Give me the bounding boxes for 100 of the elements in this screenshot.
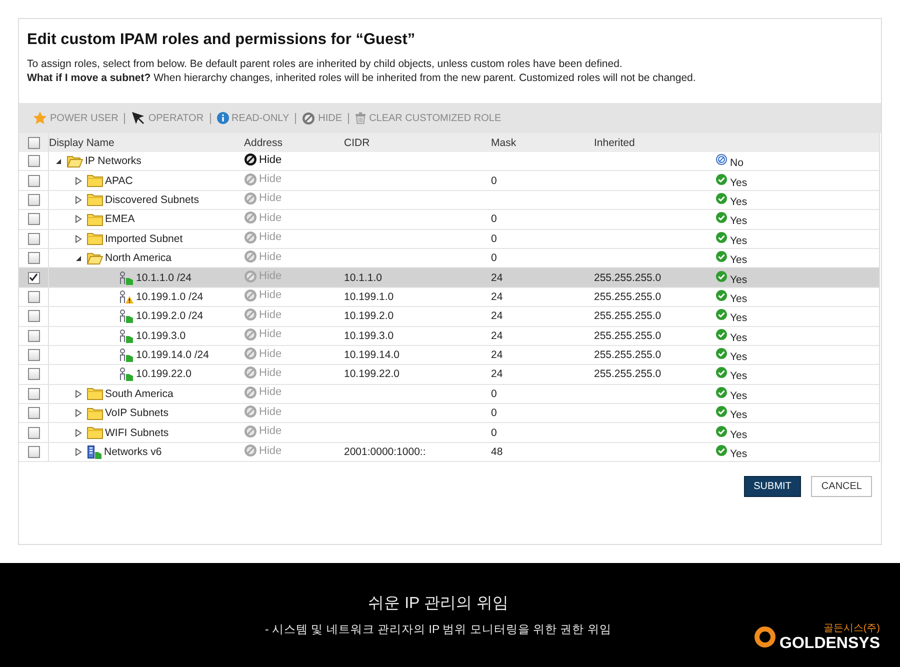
netmask-cell: 255.255.255.0 xyxy=(594,272,662,284)
table-row[interactable]: APAC Hide 0 Yes xyxy=(19,171,879,191)
hide-role: Hide xyxy=(244,328,282,341)
row-checkbox[interactable] xyxy=(28,213,40,226)
cidr-cell: 10.199.14.0 xyxy=(344,349,400,362)
inherited-status: Yes xyxy=(730,234,748,247)
trash-icon xyxy=(355,112,366,124)
table-row[interactable]: Imported Subnet Hide 0 Yes xyxy=(19,230,879,249)
network-name: 10.199.3.0 xyxy=(136,330,186,342)
mask-cell: 48 xyxy=(491,446,503,458)
table-row[interactable]: WIFI Subnets Hide 0 Yes xyxy=(19,423,879,443)
row-checkbox[interactable] xyxy=(28,330,40,342)
inherited-status: Yes xyxy=(730,311,748,324)
hide-role: Hide xyxy=(244,386,282,399)
table-row[interactable]: 10.199.14.0 /24 Hide 10.199.14.0 24 255.255.255.0 Yes xyxy=(19,346,879,366)
table-row[interactable]: Discovered Subnets Hide Yes xyxy=(19,190,879,210)
intro-text: To assign roles, select from below. Be default parent roles are inherited by child objects, unless custom roles have been defined. xyxy=(27,57,624,71)
table-row[interactable]: IP Networks Hide No xyxy=(19,152,879,172)
mask-cell: 0 xyxy=(491,407,497,420)
table-row[interactable]: South America Hide 0 Yes xyxy=(19,384,879,404)
network-name: 10.199.1.0 /24 xyxy=(136,290,204,303)
hide-icon xyxy=(244,405,257,418)
row-checkbox[interactable] xyxy=(28,426,40,439)
mask-cell: 24 xyxy=(491,272,503,284)
hide-role: Hide xyxy=(244,250,282,264)
hide-role: Hide xyxy=(244,211,282,224)
table-row[interactable]: 10.199.1.0 /24 Hide 10.199.1.0 24 255.255.255.0 Yes xyxy=(19,288,879,308)
inherited-status: Yes xyxy=(730,428,748,441)
logo-korean: 골든시스(주) xyxy=(823,622,880,635)
open-folder-icon xyxy=(87,252,103,265)
note-text: What if I move a subnet? When hierarchy changes, inherited roles will be inherited from the new parent. Customized roles will not be changed. xyxy=(27,71,697,85)
netmask-cell: 255.255.255.0 xyxy=(594,330,662,342)
column-header: CIDR xyxy=(344,136,370,148)
inherited-status: Yes xyxy=(730,176,748,189)
expand-toggle[interactable] xyxy=(75,176,82,185)
inherited-status: Yes xyxy=(730,194,748,208)
row-checkbox[interactable] xyxy=(28,349,40,362)
table-row[interactable]: Networks v6 Hide 2001:0000:1000:: 48 Yes xyxy=(19,442,879,462)
table-row[interactable]: 10.199.2.0 /24 Hide 10.199.2.0 24 255.255.255.0 Yes xyxy=(19,307,879,327)
collapse-toggle[interactable] xyxy=(75,254,82,262)
expand-toggle[interactable] xyxy=(75,428,82,437)
hide-icon xyxy=(244,444,257,458)
hide-icon xyxy=(244,347,257,360)
expand-toggle[interactable] xyxy=(75,409,82,418)
row-checkbox[interactable] xyxy=(28,388,40,400)
expand-toggle[interactable] xyxy=(75,234,82,243)
row-checkbox[interactable] xyxy=(28,194,40,206)
hide-icon xyxy=(244,172,257,186)
star-icon xyxy=(33,111,47,125)
subnet-icon xyxy=(119,367,134,382)
hide-icon xyxy=(244,211,257,224)
inherited-status: Yes xyxy=(730,272,748,286)
row-checkbox[interactable] xyxy=(28,446,40,458)
table-row[interactable]: EMEA Hide 0 Yes xyxy=(19,210,879,230)
hide-role: Hide xyxy=(244,347,282,360)
select-all-checkbox[interactable] xyxy=(28,136,40,148)
submit-button[interactable]: SUBMIT xyxy=(744,476,802,497)
row-checkbox[interactable] xyxy=(28,252,40,264)
row-checkbox[interactable] xyxy=(28,232,40,245)
row-checkbox[interactable] xyxy=(28,310,40,322)
cancel-button[interactable]: CANCEL xyxy=(811,476,872,497)
column-header: Inherited xyxy=(594,136,635,148)
mask-cell: 0 xyxy=(491,252,497,264)
collapse-toggle[interactable] xyxy=(55,158,62,165)
expand-toggle[interactable] xyxy=(75,215,82,224)
dialog-title: Edit custom IPAM roles and permissions for “Guest” xyxy=(27,31,416,49)
network-name: WIFI Subnets xyxy=(105,426,169,439)
inherited-status: Yes xyxy=(730,330,748,344)
hide-icon xyxy=(244,386,257,399)
table-row[interactable]: 10.199.3.0 Hide 10.199.3.0 24 255.255.255.0 Yes xyxy=(19,326,879,346)
hide-icon xyxy=(244,270,257,283)
mask-cell: 0 xyxy=(491,388,497,400)
hide-icon xyxy=(244,328,257,341)
expand-toggle[interactable] xyxy=(75,390,82,398)
hide-icon xyxy=(244,366,257,380)
folder-icon xyxy=(87,174,103,188)
table-row[interactable]: VoIP Subnets Hide 0 Yes xyxy=(19,404,879,424)
row-checkbox[interactable] xyxy=(28,155,40,168)
cidr-cell: 10.199.3.0 xyxy=(344,330,394,342)
inherited-status: Yes xyxy=(730,350,748,364)
subnet-warning-icon xyxy=(119,290,134,304)
row-checkbox[interactable] xyxy=(28,407,40,420)
mask-cell: 24 xyxy=(491,310,503,322)
subnet-icon xyxy=(119,328,134,343)
logo-text: GOLDENSYS xyxy=(780,635,880,653)
row-checkbox[interactable] xyxy=(28,290,40,303)
expand-toggle[interactable] xyxy=(75,448,82,456)
network-name: Imported Subnet xyxy=(105,232,183,245)
column-header: Mask xyxy=(491,136,516,148)
row-checkbox[interactable] xyxy=(28,272,40,284)
banner-headline: 쉬운 IP 관리의 위임 xyxy=(368,594,508,614)
table-row[interactable]: 10.1.1.0 /24 Hide 10.1.1.0 24 255.255.255.0 Yes xyxy=(19,268,879,288)
folder-icon xyxy=(87,232,103,246)
table-row[interactable]: 10.199.22.0 Hide 10.199.22.0 24 255.255.255.0 Yes xyxy=(19,365,879,385)
row-checkbox[interactable] xyxy=(28,368,40,380)
column-header: Display Name xyxy=(49,136,114,148)
subnet-icon xyxy=(119,309,134,324)
row-checkbox[interactable] xyxy=(28,174,40,187)
expand-toggle[interactable] xyxy=(75,196,82,204)
folder-icon xyxy=(87,387,103,400)
